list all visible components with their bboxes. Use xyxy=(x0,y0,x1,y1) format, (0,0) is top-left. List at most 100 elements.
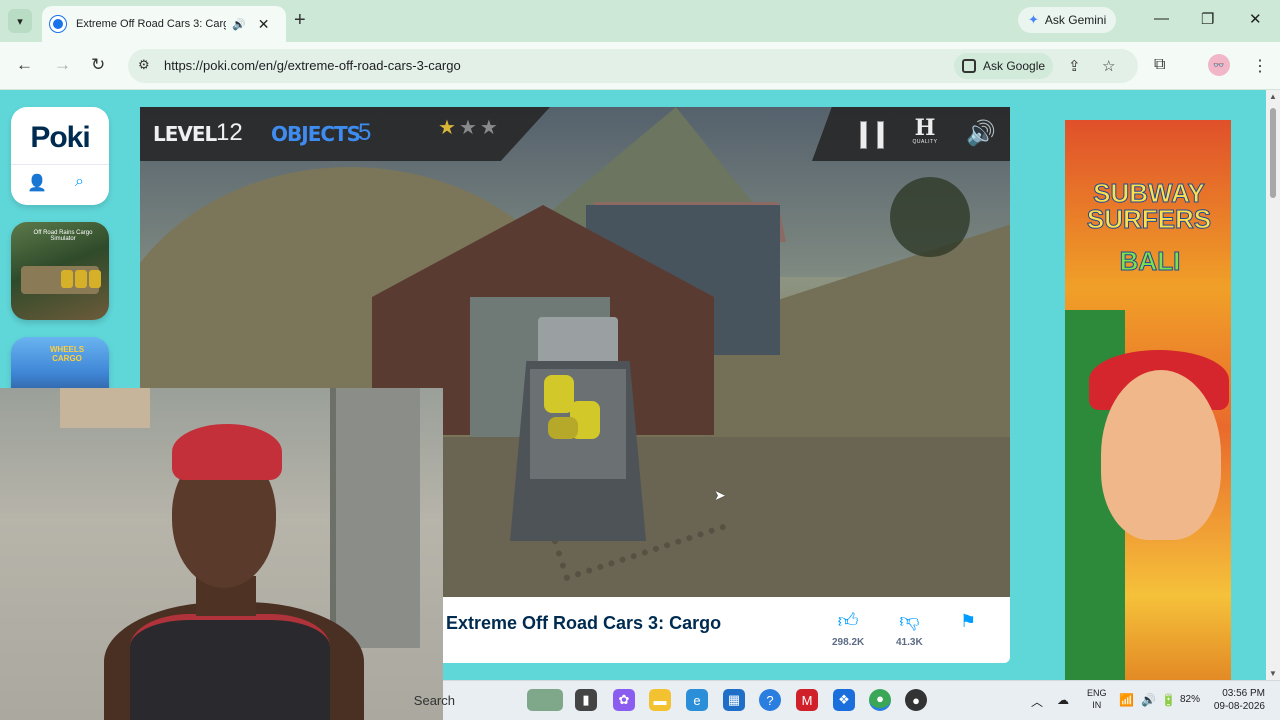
url-text[interactable]: https://poki.com/en/g/extreme-off-road-c… xyxy=(164,58,461,73)
user-icon[interactable]: 👤 xyxy=(27,173,47,193)
profile-avatar[interactable]: 👓 xyxy=(1208,54,1230,76)
scroll-up-icon[interactable]: ▲ xyxy=(1269,92,1277,101)
tab-strip: ▾ Extreme Off Road Cars 3: Cargo 🔊 ✕ + ✦… xyxy=(0,0,1280,42)
truck-cab xyxy=(538,317,618,367)
page-scrollbar[interactable]: ▲ ▼ xyxy=(1266,90,1280,680)
forward-arrow-icon[interactable]: → xyxy=(54,56,71,74)
reload-icon[interactable]: ↻ xyxy=(91,56,105,74)
thumbnail-caption: WHEELS CARGO xyxy=(49,345,85,363)
chrome-icon[interactable]: ● xyxy=(869,689,891,711)
tree xyxy=(890,177,970,257)
task-view-icon[interactable]: ▮ xyxy=(575,689,597,711)
quality-button[interactable]: H QUALITY xyxy=(910,117,940,145)
widgets-icon[interactable] xyxy=(527,689,563,711)
poki-logo[interactable]: Poki xyxy=(11,121,109,155)
show-hidden-icons-chevron-icon[interactable]: ︿ xyxy=(1031,693,1043,710)
region-code: IN xyxy=(1092,700,1102,710)
wall-shelf xyxy=(60,388,150,428)
scroll-down-icon[interactable]: ▼ xyxy=(1269,669,1277,678)
webcam-overlay xyxy=(0,388,443,720)
quality-letter: H xyxy=(914,115,936,141)
ask-google-button[interactable]: Ask Google xyxy=(954,53,1054,79)
input-language[interactable]: ENG IN xyxy=(1087,687,1107,711)
thumbnail-caption: Off Road Rains Cargo Simulator xyxy=(33,230,93,242)
report-flag-icon[interactable]: ⚑ xyxy=(960,611,976,632)
objects-label: OBJECTS xyxy=(271,122,361,146)
new-tab-button[interactable]: + xyxy=(294,10,306,30)
dislike-count: 41.3K xyxy=(896,637,923,648)
dropbox-icon[interactable]: ❖ xyxy=(833,689,855,711)
doorway xyxy=(330,388,420,648)
cargo-truck xyxy=(508,317,648,547)
help-icon[interactable]: ? xyxy=(759,689,781,711)
person-vest xyxy=(130,614,330,720)
dislike-button[interactable]: 👎︎ 41.3K xyxy=(896,609,923,648)
barrel-graphic xyxy=(75,270,87,288)
file-explorer-icon[interactable]: ▬ xyxy=(649,689,671,711)
google-lens-icon xyxy=(962,59,976,73)
store-icon[interactable]: ▦ xyxy=(723,689,745,711)
level-value: 12 xyxy=(216,119,243,146)
menu-kebab-icon[interactable]: ⋮ xyxy=(1252,56,1268,76)
taskbar-search[interactable]: Search xyxy=(403,693,455,708)
recorder-icon[interactable]: ● xyxy=(905,689,927,711)
ad-logo-subtext: BALI xyxy=(1119,246,1181,277)
ad-logo-text: SUBWAY SURFERS xyxy=(1086,178,1212,234)
address-bar[interactable]: ⚙ https://poki.com/en/g/extreme-off-road… xyxy=(128,49,1138,83)
quality-label: QUALITY xyxy=(912,139,938,145)
game-title: Extreme Off Road Cars 3: Cargo xyxy=(446,613,722,633)
gemini-sparkle-icon: ✦ xyxy=(1028,12,1039,27)
wifi-icon[interactable]: 📶 xyxy=(1119,693,1134,707)
cloud-icon[interactable]: ☁ xyxy=(1057,693,1069,707)
bookmark-star-icon[interactable]: ☆ xyxy=(1102,57,1115,75)
extensions-icon[interactable]: ⧉ xyxy=(1154,56,1165,74)
barrel xyxy=(548,417,578,439)
chevron-down-icon: ▾ xyxy=(17,15,23,28)
browser-toolbar: ← → ↻ ⚙ https://poki.com/en/g/extreme-of… xyxy=(0,42,1280,90)
barrel-graphic xyxy=(89,270,101,288)
poki-favicon-icon xyxy=(49,15,67,33)
advertisement-banner[interactable]: SUBWAY SURFERS BALI xyxy=(1065,120,1231,680)
language-code: ENG xyxy=(1087,688,1107,698)
poki-nav-card: Poki 👤 ⌕ xyxy=(11,107,109,205)
sound-on-icon[interactable]: 🔊 xyxy=(966,119,996,148)
window-close-icon[interactable]: ✕ xyxy=(1249,10,1262,28)
ask-google-label: Ask Google xyxy=(983,59,1046,73)
back-arrow-icon[interactable]: ← xyxy=(16,56,33,74)
pause-icon[interactable] xyxy=(860,121,884,149)
restore-icon[interactable]: ❐ xyxy=(1201,10,1214,28)
mcafee-icon[interactable]: M xyxy=(796,689,818,711)
star-empty-icon: ★ xyxy=(479,117,501,139)
minimize-icon[interactable]: — xyxy=(1154,10,1169,27)
star-rating: ★★★ xyxy=(438,115,501,140)
volume-icon[interactable]: 🔊 xyxy=(1141,693,1156,707)
windows-taskbar: Search ▮ ✿ ▬ e ▦ ? M ❖ ● ● ︿ ☁ ENG IN 📶 … xyxy=(414,680,1280,720)
system-clock[interactable]: 03:56 PM 09-08-2026 xyxy=(1207,687,1265,713)
thumbs-up-icon: 👍︎ xyxy=(837,610,859,632)
clock-date: 09-08-2026 xyxy=(1213,701,1265,712)
tab-search-button[interactable]: ▾ xyxy=(8,9,32,33)
search-icon[interactable]: ⌕ xyxy=(75,173,84,191)
install-app-icon[interactable]: ⇪ xyxy=(1068,57,1081,75)
copilot-icon[interactable]: ✿ xyxy=(613,689,635,711)
like-button[interactable]: 👍︎ 298.2K xyxy=(832,609,864,648)
truck-graphic xyxy=(21,266,99,294)
game-thumbnail-offroad-cargo[interactable]: Off Road Rains Cargo Simulator xyxy=(11,222,109,320)
star-filled-icon: ★ xyxy=(438,117,459,139)
star-empty-icon: ★ xyxy=(458,117,480,139)
scrollbar-thumb[interactable] xyxy=(1270,108,1276,198)
active-tab[interactable]: Extreme Off Road Cars 3: Cargo 🔊 ✕ xyxy=(42,6,286,42)
close-tab-icon[interactable]: ✕ xyxy=(258,16,270,33)
battery-icon[interactable]: 🔋 xyxy=(1161,693,1176,707)
tab-title: Extreme Off Road Cars 3: Cargo xyxy=(76,18,226,30)
ask-gemini-button[interactable]: ✦ Ask Gemini xyxy=(1018,7,1117,33)
divider xyxy=(11,164,109,165)
battery-percent: 82% xyxy=(1180,694,1201,705)
edge-icon[interactable]: e xyxy=(686,689,708,711)
site-info-icon[interactable]: ⚙ xyxy=(138,57,154,73)
barrel-graphic xyxy=(61,270,73,288)
level-label: LEVEL xyxy=(153,122,217,146)
person-cap xyxy=(172,424,282,480)
speaker-icon[interactable]: 🔊 xyxy=(232,18,246,31)
objects-value: 5 xyxy=(358,119,372,146)
